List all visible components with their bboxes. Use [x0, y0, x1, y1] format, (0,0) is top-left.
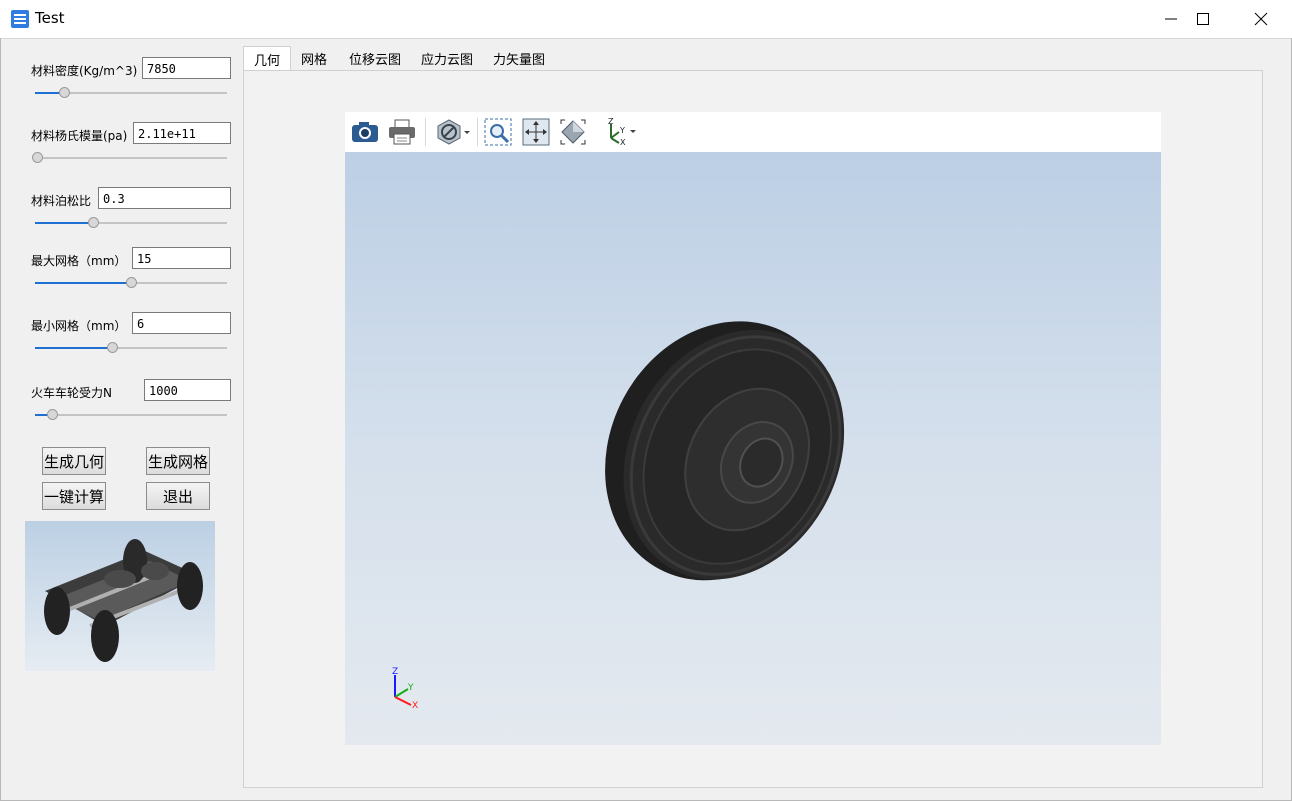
density-slider[interactable] — [35, 86, 227, 100]
axes-view-icon: Z Y X — [608, 118, 636, 146]
close-icon — [1254, 12, 1268, 26]
3d-viewport[interactable]: Z Y X — [345, 152, 1161, 745]
tab-mesh[interactable]: 网格 — [291, 46, 337, 70]
exit-button[interactable]: 退出 — [146, 482, 210, 510]
fit-all-button[interactable] — [558, 117, 588, 147]
app-icon — [11, 10, 29, 28]
axis-triad: Z Y X — [392, 667, 418, 711]
screenshot-button[interactable] — [350, 117, 380, 147]
wheel-force-label: 火车车轮受力N — [31, 386, 112, 400]
min-mesh-input[interactable]: 6 — [132, 312, 231, 334]
tab-displacement[interactable]: 位移云图 — [343, 46, 407, 70]
viewer-toolbar: Z Y X — [345, 112, 1161, 152]
youngs-modulus-label: 材料杨氏模量(pa) — [31, 129, 128, 143]
compute-button[interactable]: 一键计算 — [42, 482, 106, 510]
tab-geometry[interactable]: 几何 — [243, 46, 291, 71]
pan-icon — [522, 118, 550, 146]
min-mesh-slider[interactable] — [35, 341, 227, 355]
zoom-window-icon — [484, 118, 512, 146]
svg-text:Z: Z — [608, 118, 614, 126]
density-input[interactable]: 7850 — [142, 57, 231, 79]
tab-stress[interactable]: 应力云图 — [415, 46, 479, 70]
generate-geometry-button[interactable]: 生成几何 — [42, 447, 106, 475]
poisson-ratio-input[interactable]: 0.3 — [98, 187, 231, 209]
density-label: 材料密度(Kg/m^3) — [31, 64, 138, 78]
axis-z-label: Z — [392, 667, 398, 677]
tab-force-vector[interactable]: 力矢量图 — [487, 46, 551, 70]
display-mode-icon — [437, 119, 470, 145]
print-button[interactable] — [387, 117, 417, 147]
max-mesh-slider[interactable] — [35, 276, 227, 290]
pan-button[interactable] — [521, 117, 551, 147]
view-orientation-dropdown[interactable]: Z Y X — [601, 117, 637, 147]
generate-mesh-button[interactable]: 生成网格 — [146, 447, 210, 475]
youngs-modulus-input[interactable]: 2.11e+11 — [133, 122, 231, 144]
zoom-window-button[interactable] — [483, 117, 513, 147]
poisson-ratio-label: 材料泊松比 — [31, 194, 92, 208]
camera-icon — [352, 122, 378, 142]
fit-all-icon — [560, 119, 586, 145]
max-mesh-label: 最大网格（mm） — [31, 254, 127, 268]
bogie-preview-image — [25, 521, 215, 671]
display-mode-dropdown[interactable] — [435, 117, 471, 147]
svg-text:X: X — [620, 138, 626, 146]
close-button[interactable] — [1232, 0, 1290, 38]
max-mesh-input[interactable]: 15 — [132, 247, 231, 269]
wheel-force-slider[interactable] — [35, 408, 227, 422]
poisson-ratio-slider[interactable] — [35, 216, 227, 230]
youngs-modulus-slider[interactable] — [32, 151, 227, 165]
min-mesh-label: 最小网格（mm） — [31, 319, 127, 333]
svg-text:Y: Y — [619, 126, 625, 135]
axis-x-label: X — [412, 701, 418, 711]
maximize-icon — [1197, 13, 1209, 25]
train-wheel-model — [605, 321, 845, 581]
wheel-force-input[interactable]: 1000 — [144, 379, 231, 401]
window-title: Test — [35, 9, 65, 27]
print-icon — [389, 119, 415, 145]
title-bar: Test — [0, 0, 1292, 39]
maximize-button[interactable] — [1174, 0, 1232, 38]
axis-y-label: Y — [407, 683, 414, 693]
